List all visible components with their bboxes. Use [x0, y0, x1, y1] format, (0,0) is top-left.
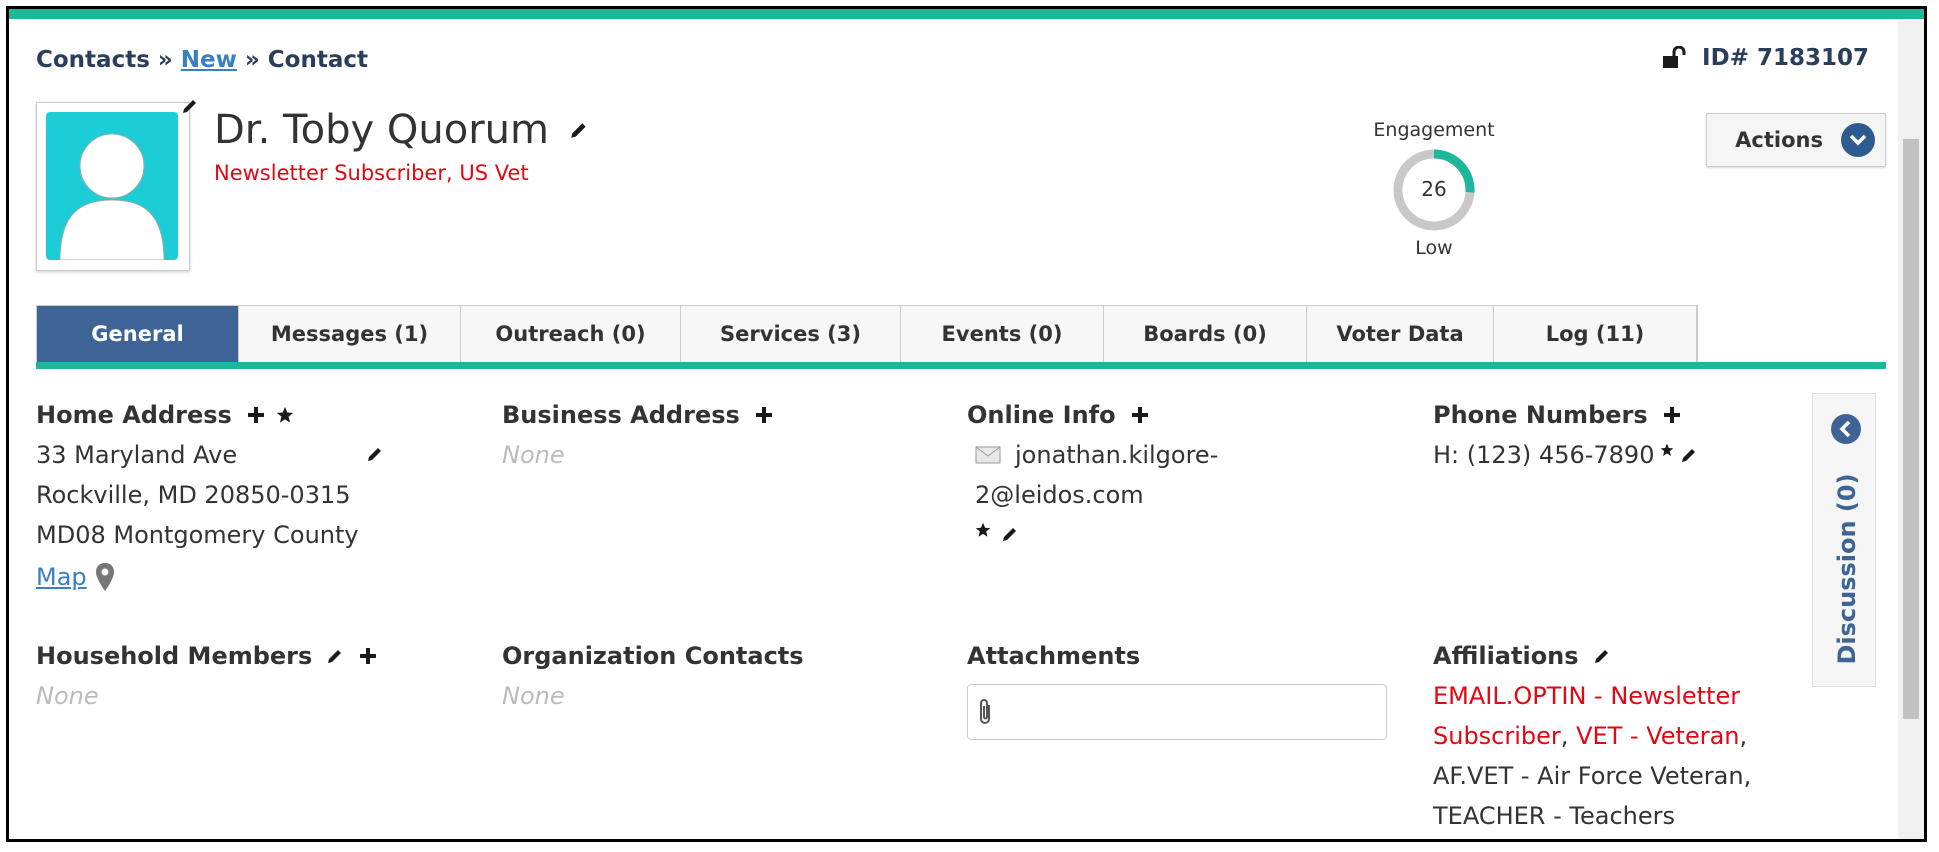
edit-phone-pencil-icon[interactable] [1680, 446, 1698, 464]
engagement-widget: Engagement 26 Low [1369, 119, 1499, 259]
affiliation-teacher: TEACHER - Teachers [1433, 802, 1675, 830]
record-id-label: ID# 7183107 [1702, 45, 1869, 71]
tab-voter-data[interactable]: Voter Data [1307, 306, 1494, 362]
avatar-image [46, 112, 178, 260]
contact-tags: Newsletter Subscriber, US Vet [214, 161, 529, 185]
breadcrumb-new-link[interactable]: New [181, 47, 237, 73]
phone-number[interactable]: H: (123) 456-7890 [1433, 435, 1654, 475]
affiliation-comma: , [1560, 722, 1569, 750]
engagement-gauge: 26 [1391, 147, 1477, 233]
breadcrumb-separator: » [157, 47, 173, 73]
tab-boards[interactable]: Boards (0) [1104, 306, 1307, 362]
phone-numbers-title: Phone Numbers [1433, 401, 1648, 429]
home-address-line3: MD08 Montgomery County [36, 521, 359, 549]
actions-label: Actions [1735, 128, 1823, 152]
tab-log[interactable]: Log (11) [1494, 306, 1697, 362]
discussion-panel-toggle[interactable]: Discussion (0) [1812, 393, 1876, 687]
affiliation-email-optin: EMAIL.OPTIN - Newsletter [1433, 682, 1741, 710]
home-address-line2: Rockville, MD 20850-0315 [36, 481, 351, 509]
online-info-section: Online Info jonathan.kilgore- 2@leidos.c… [967, 399, 1387, 543]
actions-button[interactable]: Actions [1706, 113, 1886, 167]
affiliation-af-vet: AF.VET - Air Force Veteran, [1433, 762, 1752, 790]
tab-events[interactable]: Events (0) [901, 306, 1104, 362]
edit-household-pencil-icon[interactable] [326, 647, 344, 665]
email-line2[interactable]: 2@leidos.com [975, 475, 1387, 515]
star-icon[interactable] [1660, 443, 1674, 457]
household-section: Household Members None [36, 640, 466, 718]
engagement-label: Engagement [1373, 119, 1495, 141]
edit-name-pencil-icon[interactable] [569, 120, 589, 140]
breadcrumb-separator: » [244, 47, 260, 73]
map-marker-icon[interactable] [95, 562, 115, 592]
breadcrumb: Contacts » New » Contact [36, 47, 368, 73]
tab-messages[interactable]: Messages (1) [239, 306, 461, 362]
tab-underline [36, 362, 1886, 369]
home-address-line1: 33 Maryland Ave [36, 441, 238, 469]
edit-home-address-pencil-icon[interactable] [366, 445, 384, 463]
attachments-title: Attachments [967, 642, 1141, 670]
top-accent-bar [9, 9, 1924, 19]
add-business-address-plus-icon[interactable] [754, 405, 774, 425]
affiliation-comma: , [1739, 722, 1748, 750]
business-address-title: Business Address [502, 401, 740, 429]
unlock-icon[interactable] [1662, 46, 1688, 70]
scrollbar-thumb[interactable] [1903, 139, 1919, 719]
org-contacts-section: Organization Contacts None [502, 640, 922, 718]
engagement-level: Low [1415, 237, 1453, 259]
scrollbar[interactable] [1898, 21, 1924, 839]
affiliations-section: Affiliations EMAIL.OPTIN - Newsletter Su… [1433, 640, 1813, 836]
map-link[interactable]: Map [36, 557, 87, 597]
household-none: None [36, 682, 99, 710]
edit-email-pencil-icon[interactable] [1001, 525, 1019, 543]
edit-affiliations-pencil-icon[interactable] [1593, 647, 1611, 665]
breadcrumb-current: Contact [267, 47, 368, 73]
affiliation-email-optin-cont: Subscriber [1433, 722, 1561, 750]
tab-general[interactable]: General [37, 306, 239, 362]
phone-numbers-section: Phone Numbers H: (123) 456-7890 [1433, 399, 1813, 475]
home-address-title: Home Address [36, 401, 232, 429]
engagement-value: 26 [1421, 177, 1447, 201]
tab-services[interactable]: Services (3) [681, 306, 901, 362]
add-home-address-plus-icon[interactable] [246, 405, 266, 425]
contact-name: Dr. Toby Quorum [214, 107, 549, 153]
add-phone-plus-icon[interactable] [1662, 405, 1682, 425]
attachments-section: Attachments [967, 640, 1397, 740]
chevron-left-circle-icon[interactable] [1831, 414, 1861, 444]
email-line1[interactable]: jonathan.kilgore- [1015, 435, 1218, 475]
household-title: Household Members [36, 642, 313, 670]
chevron-down-icon [1841, 123, 1875, 157]
star-icon[interactable] [276, 406, 294, 424]
org-contacts-none: None [502, 682, 565, 710]
avatar[interactable] [36, 102, 190, 271]
discussion-label: Discussion (0) [1833, 473, 1861, 665]
add-online-info-plus-icon[interactable] [1130, 405, 1150, 425]
attachments-dropzone[interactable] [967, 684, 1387, 740]
contact-name-row: Dr. Toby Quorum [214, 107, 589, 153]
star-icon[interactable] [975, 522, 991, 538]
edit-avatar-pencil-icon[interactable] [181, 97, 199, 115]
business-address-section: Business Address None [502, 399, 902, 477]
tab-bar: General Messages (1) Outreach (0) Servic… [36, 305, 1698, 362]
add-household-plus-icon[interactable] [358, 646, 378, 666]
envelope-icon [975, 445, 1001, 465]
org-contacts-title: Organization Contacts [502, 642, 804, 670]
record-id: ID# 7183107 [1662, 45, 1869, 71]
business-address-none: None [502, 441, 565, 469]
affiliation-vet: VET - Veteran [1576, 722, 1740, 750]
home-address-section: Home Address 33 Maryland Ave Rockville, … [36, 399, 466, 597]
paperclip-icon[interactable] [978, 697, 994, 727]
online-info-title: Online Info [967, 401, 1116, 429]
breadcrumb-contacts[interactable]: Contacts [36, 47, 150, 73]
page-frame: Contacts » New » Contact ID# 7183107 Dr.… [6, 6, 1927, 842]
affiliations-title: Affiliations [1433, 642, 1579, 670]
tab-outreach[interactable]: Outreach (0) [461, 306, 681, 362]
